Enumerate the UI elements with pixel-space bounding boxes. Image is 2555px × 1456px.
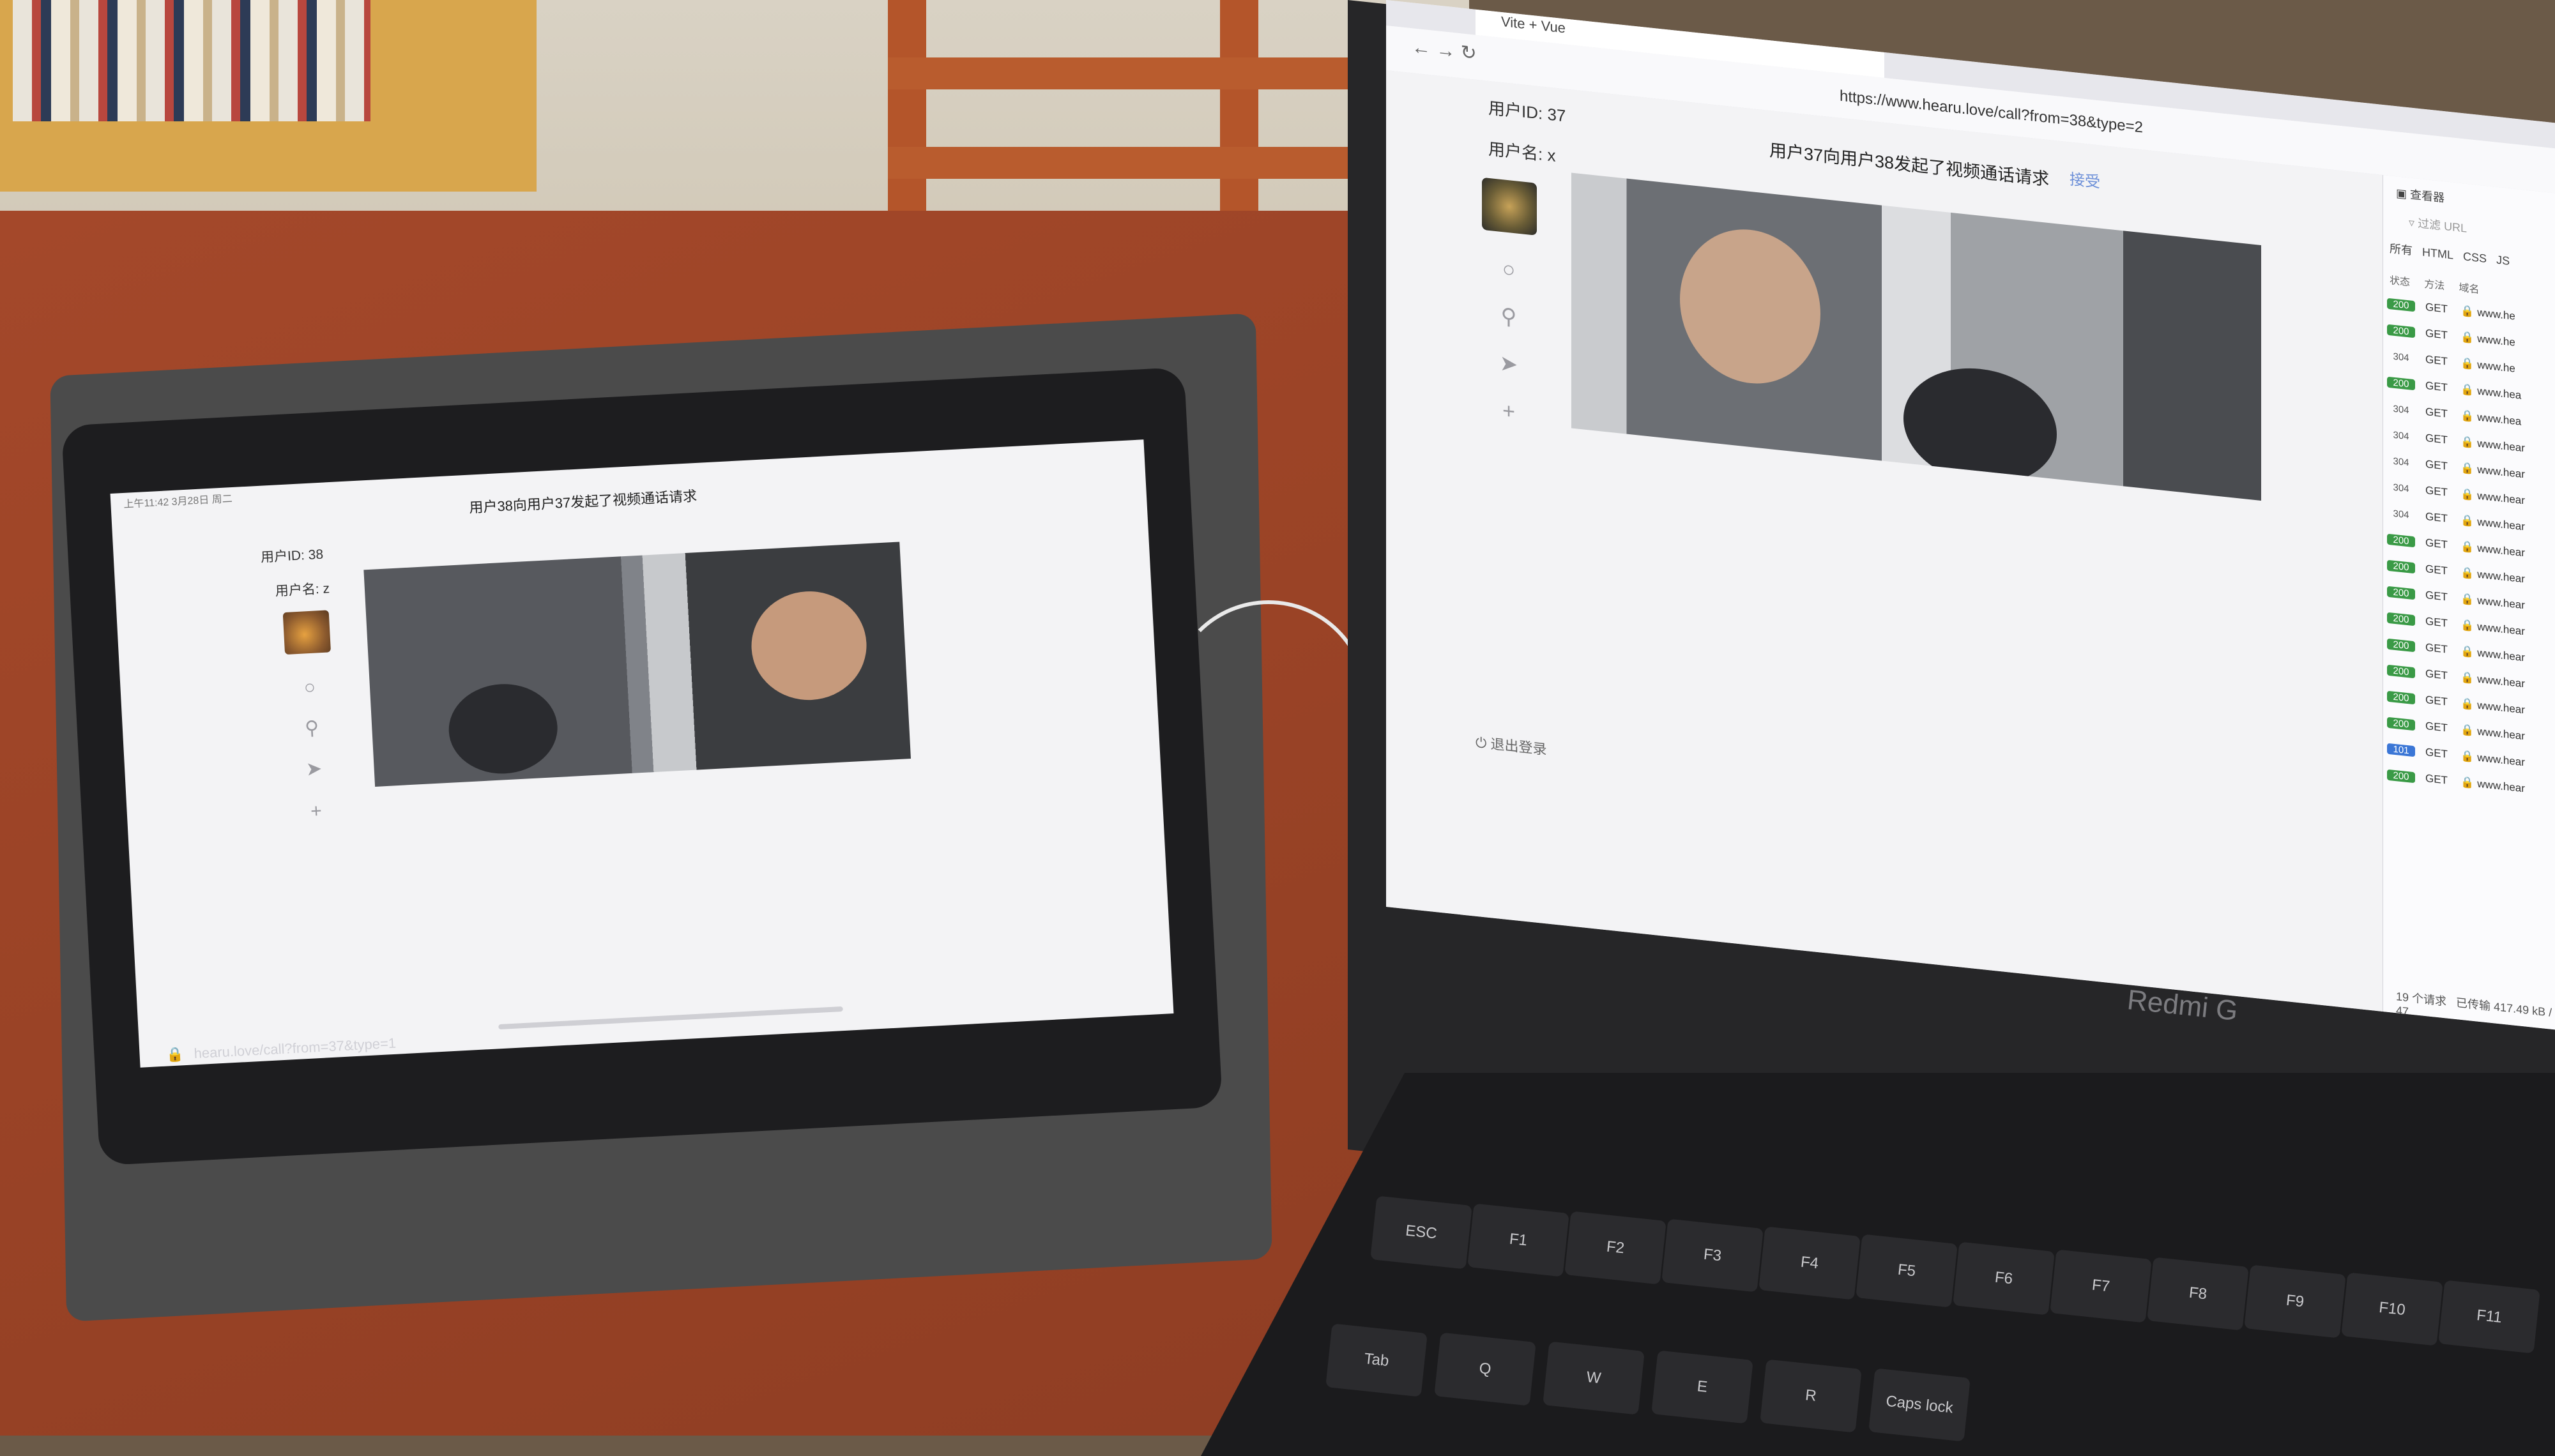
key-tab[interactable]: Tab bbox=[1325, 1323, 1428, 1397]
request-method: GET bbox=[2425, 536, 2451, 552]
status-badge: 101 bbox=[2387, 743, 2415, 757]
remote-person bbox=[446, 681, 560, 777]
local-person bbox=[1680, 222, 1820, 391]
chair-rail bbox=[888, 57, 1412, 89]
key-f8[interactable]: F8 bbox=[2147, 1257, 2249, 1331]
key-f10[interactable]: F10 bbox=[2341, 1272, 2443, 1346]
avatar[interactable] bbox=[282, 610, 332, 655]
filter-placeholder: 过滤 URL bbox=[2418, 216, 2467, 235]
chat-icon[interactable]: ○ bbox=[1493, 253, 1524, 287]
status-badge: 200 bbox=[2387, 717, 2415, 731]
request-method: GET bbox=[2425, 589, 2451, 604]
books bbox=[13, 0, 370, 121]
tab-js[interactable]: JS bbox=[2496, 254, 2510, 268]
status-badge: 200 bbox=[2387, 690, 2415, 705]
status-badge: 200 bbox=[2387, 586, 2415, 600]
request-method: GET bbox=[2425, 641, 2451, 656]
request-method: GET bbox=[2425, 694, 2451, 709]
status-badge: 304 bbox=[2393, 429, 2409, 443]
send-icon[interactable]: ➤ bbox=[301, 756, 328, 783]
request-method: GET bbox=[2425, 772, 2451, 787]
laptop-screen: Vite + Vue ← → ↻ https://www.hearu.love/… bbox=[1386, 0, 2555, 1030]
tab-all[interactable]: 所有 bbox=[2390, 242, 2413, 257]
key-esc[interactable]: ESC bbox=[1370, 1195, 1472, 1270]
request-method: GET bbox=[2425, 406, 2451, 421]
request-domain: 🔒 www.he bbox=[2460, 304, 2515, 322]
chair-rail bbox=[888, 147, 1412, 179]
request-method: GET bbox=[2425, 353, 2451, 368]
status-badge: 304 bbox=[2393, 351, 2409, 364]
send-icon[interactable]: ➤ bbox=[1493, 347, 1524, 381]
status-badge: 304 bbox=[2393, 482, 2409, 495]
filter-icon: ▿ bbox=[2409, 216, 2415, 230]
key-w[interactable]: W bbox=[1543, 1341, 1645, 1415]
inspect-icon[interactable]: ▣ bbox=[2396, 186, 2407, 201]
status-badge: 304 bbox=[2393, 403, 2409, 416]
request-method: GET bbox=[2425, 432, 2451, 447]
request-method: GET bbox=[2425, 667, 2451, 683]
request-method: GET bbox=[2425, 510, 2451, 526]
status-badge: 200 bbox=[2387, 298, 2415, 312]
tab-html[interactable]: HTML bbox=[2422, 245, 2453, 261]
accept-button[interactable]: 接受 bbox=[2070, 166, 2100, 192]
browser-tab-title: Vite + Vue bbox=[1501, 13, 1566, 36]
devtools-toolbar: ▣ 查看器 bbox=[2396, 184, 2444, 206]
key-f4[interactable]: F4 bbox=[1758, 1226, 1861, 1300]
key-r[interactable]: R bbox=[1760, 1359, 1862, 1433]
devtools-column-headers: 状态 方法 域名 bbox=[2390, 271, 2480, 296]
user-icon[interactable]: ⚲ bbox=[298, 715, 325, 742]
key-f1[interactable]: F1 bbox=[1467, 1203, 1569, 1277]
devtools-filter-tabs: 所有 HTML CSS JS bbox=[2390, 239, 2510, 269]
status-badge: 200 bbox=[2387, 664, 2415, 679]
key-f7[interactable]: F7 bbox=[2050, 1249, 2152, 1323]
plus-icon[interactable]: + bbox=[303, 798, 330, 825]
status-badge: 304 bbox=[2393, 508, 2409, 521]
request-method: GET bbox=[2425, 379, 2451, 395]
status-badge: 200 bbox=[2387, 612, 2415, 626]
request-method: GET bbox=[2425, 746, 2451, 761]
chat-icon[interactable]: ○ bbox=[296, 674, 323, 701]
key-e[interactable]: E bbox=[1651, 1350, 1753, 1424]
status-badge: 200 bbox=[2387, 559, 2415, 574]
key-f9[interactable]: F9 bbox=[2244, 1264, 2346, 1338]
request-method: GET bbox=[2425, 615, 2451, 630]
power-icon: ⏻ bbox=[1476, 734, 1487, 752]
status-badge: 200 bbox=[2387, 324, 2415, 338]
status-badge: 200 bbox=[2387, 376, 2415, 391]
key-caps-lock[interactable]: Caps lock bbox=[1868, 1368, 1971, 1442]
lock-icon: 🔒 bbox=[165, 1046, 185, 1063]
tablet-user-name: 用户名: z bbox=[275, 581, 330, 599]
video-stream bbox=[363, 542, 911, 787]
tablet-screen: 上午11:42 3月28日 周二 用户38向用户37发起了视频通话请求 用户ID… bbox=[110, 439, 1174, 1068]
key-f2[interactable]: F2 bbox=[1564, 1211, 1666, 1285]
tablet-user-id: 用户ID: 38 bbox=[260, 547, 324, 565]
request-method: GET bbox=[2425, 720, 2451, 735]
column-method[interactable]: 方法 bbox=[2424, 279, 2444, 292]
request-method: GET bbox=[2425, 327, 2451, 342]
column-status[interactable]: 状态 bbox=[2390, 275, 2410, 288]
column-domain[interactable]: 域名 bbox=[2459, 283, 2480, 296]
key-f11[interactable]: F11 bbox=[2438, 1280, 2540, 1354]
status-badge: 200 bbox=[2387, 638, 2415, 653]
status-badge: 200 bbox=[2387, 533, 2415, 548]
status-badge: 200 bbox=[2387, 769, 2415, 784]
tab-css[interactable]: CSS bbox=[2463, 250, 2487, 265]
request-method: GET bbox=[2425, 484, 2451, 499]
status-badge: 304 bbox=[2393, 455, 2409, 469]
user-icon[interactable]: ⚲ bbox=[1493, 300, 1524, 334]
local-person bbox=[749, 588, 869, 703]
key-f5[interactable]: F5 bbox=[1856, 1234, 1958, 1308]
request-method: GET bbox=[2425, 458, 2451, 473]
request-method: GET bbox=[2425, 563, 2451, 578]
inspector-tab[interactable]: 查看器 bbox=[2410, 188, 2444, 204]
plus-icon[interactable]: + bbox=[1493, 395, 1524, 428]
key-q[interactable]: Q bbox=[1434, 1332, 1536, 1406]
devtools-network-panel: ▣ 查看器 ▿ 过滤 URL 所有 HTML CSS JS 状态 方法 域名 2… bbox=[2383, 174, 2555, 1030]
avatar[interactable] bbox=[1482, 177, 1537, 236]
filter-url-input[interactable]: ▿ 过滤 URL bbox=[2409, 213, 2467, 236]
request-method: GET bbox=[2425, 301, 2451, 316]
key-f6[interactable]: F6 bbox=[1953, 1241, 2055, 1316]
key-f3[interactable]: F3 bbox=[1661, 1218, 1764, 1293]
